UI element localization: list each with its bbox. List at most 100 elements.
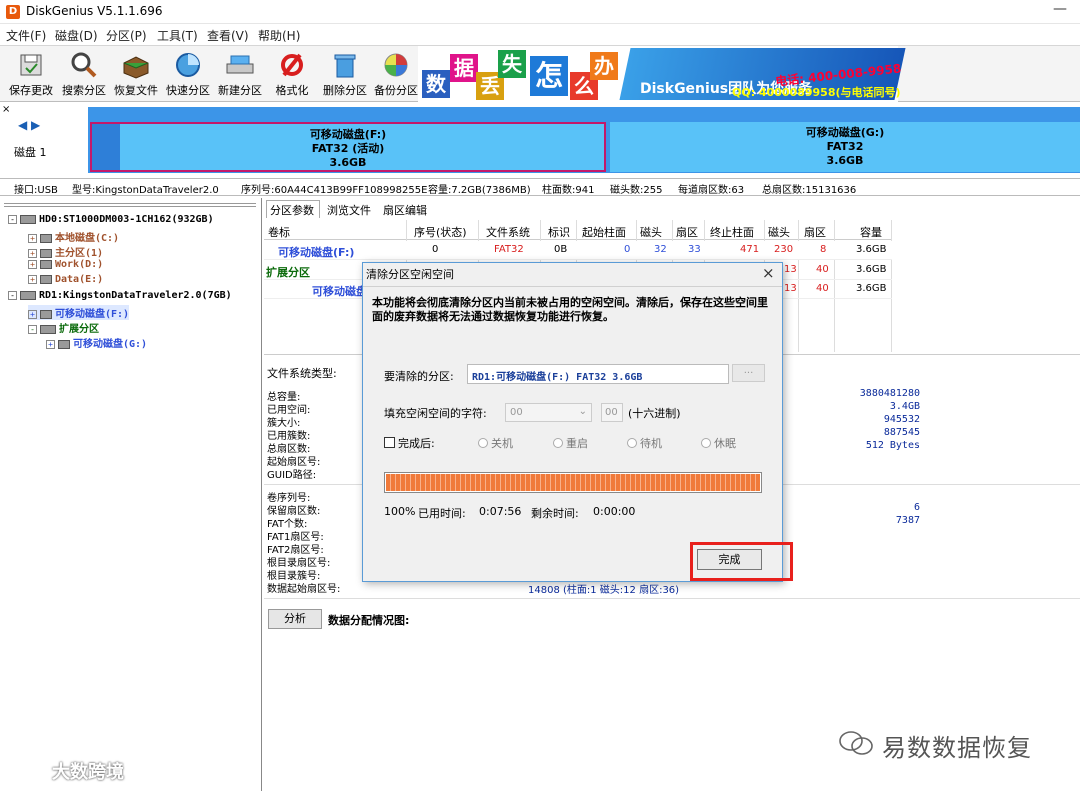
partition-g-block[interactable]: 可移动磁盘(G:) FAT32 3.6GB	[610, 122, 1080, 172]
browse-partition-button[interactable]: ...	[732, 364, 765, 382]
cell-fs: FAT32	[494, 244, 524, 255]
menu-bar: 文件(F) 磁盘(D) 分区(P) 工具(T) 查看(V) 帮助(H)	[0, 24, 1080, 46]
info-sectors-per-track: 每道扇区数:63	[678, 185, 745, 196]
tree-hd0-label: HD0:ST1000DM003-1CH162(932GB)	[39, 214, 214, 225]
radio-circle	[553, 438, 563, 448]
ad-qq: QQ: 4000089958(与电话同号)	[732, 86, 901, 99]
recover-files-button[interactable]: 恢复文件	[110, 48, 162, 98]
partition-g-fs: FAT32	[826, 140, 864, 153]
tree-header-rule	[4, 203, 256, 207]
diskmap-close-button[interactable]: ×	[2, 104, 10, 115]
radio-circle	[701, 438, 711, 448]
minimize-button[interactable]: —	[1040, 1, 1080, 23]
col-end-head[interactable]: 磁头	[768, 224, 790, 240]
disk-label: 磁盘 1	[14, 146, 47, 159]
quick-partition-button[interactable]: 快速分区	[163, 48, 213, 98]
data-allocation-label: 数据分配情况图:	[328, 614, 410, 627]
after-finish-label: 完成后:	[398, 437, 435, 450]
hdd-icon	[20, 214, 36, 224]
dialog-close-button[interactable]: ×	[762, 264, 775, 282]
cell-end-sector: 40	[816, 283, 829, 294]
progress-bar	[384, 472, 762, 493]
detail-value: 945532	[883, 414, 920, 425]
done-button[interactable]: 完成	[697, 549, 762, 570]
remaining-value: 0:00:00	[593, 505, 636, 518]
cell-start-sector: 33	[688, 244, 701, 255]
cell-end-head: 13	[784, 283, 797, 294]
menu-help[interactable]: 帮助(H)	[258, 27, 300, 44]
col-label[interactable]: 卷标	[268, 224, 290, 240]
radio-hibernate[interactable]: 休眠	[701, 435, 736, 451]
dialog-title: 清除分区空闲空间	[366, 268, 454, 281]
partition-f-block[interactable]: 可移动磁盘(F:) FAT32 (活动) 3.6GB	[90, 122, 606, 172]
cell-end-head: 13	[784, 264, 797, 275]
disk-nav-arrows[interactable]: ◀ ▶	[18, 118, 40, 132]
menu-tools[interactable]: 工具(T)	[157, 27, 198, 44]
tree-extended[interactable]: - 扩展分区	[28, 320, 99, 335]
disk-info-bar: 接口:USB 型号:KingstonDataTraveler2.0 序列号:60…	[0, 178, 1080, 196]
new-partition-icon	[225, 50, 255, 80]
target-partition-field[interactable]: RD1:可移动磁盘(F:) FAT32 3.6GB	[467, 364, 729, 384]
watermark-left: 大数跨境	[52, 762, 124, 783]
quick-partition-label: 快速分区	[166, 84, 210, 97]
menu-view[interactable]: 查看(V)	[207, 27, 249, 44]
backup-partition-button[interactable]: 备份分区	[372, 48, 420, 98]
analyze-button[interactable]: 分析	[268, 609, 322, 629]
fill-char-select[interactable]: 00 ⌄	[505, 403, 592, 422]
radio-shutdown[interactable]: 关机	[478, 435, 513, 451]
delete-partition-button[interactable]: 删除分区	[319, 48, 371, 98]
chevron-down-icon: ⌄	[578, 406, 587, 417]
col-id[interactable]: 标识	[548, 224, 570, 240]
tree-f-label: 可移动磁盘(F:)	[55, 309, 130, 320]
fill-hex-input[interactable]: 00	[601, 403, 623, 422]
elapsed-label: 已用时间:	[418, 507, 466, 520]
tree-c[interactable]: + 本地磁盘(C:)	[28, 229, 119, 244]
tree-primary1[interactable]: + 主分区(1)	[28, 244, 103, 259]
tab-browse-files[interactable]: 浏览文件	[327, 202, 371, 218]
col-start-cyl[interactable]: 起始柱面	[582, 224, 626, 240]
format-label: 格式化	[275, 84, 309, 97]
save-changes-label: 保存更改	[9, 84, 53, 97]
table-row[interactable]: 可移动磁盘(F:) 0 FAT32 0B 0 32 33 471 230 8 3…	[264, 241, 892, 260]
tab-partition-params[interactable]: 分区参数	[270, 202, 314, 218]
backup-icon	[381, 50, 411, 80]
tree-f[interactable]: + 可移动磁盘(F:)	[28, 305, 130, 320]
col-index[interactable]: 序号(状态)	[414, 224, 467, 240]
tree-d[interactable]: + Work(D:)	[28, 259, 103, 270]
col-fs[interactable]: 文件系统	[486, 224, 530, 240]
col-end-sector[interactable]: 扇区	[804, 224, 826, 240]
menu-partition[interactable]: 分区(P)	[106, 27, 147, 44]
detail-value: 3880481280	[859, 388, 920, 399]
tree-c-label: 本地磁盘(C:)	[55, 233, 120, 244]
after-finish-checkbox[interactable]: 完成后:	[384, 435, 435, 451]
col-end-cyl[interactable]: 终止柱面	[710, 224, 754, 240]
partition-icon	[40, 233, 52, 243]
col-start-sector[interactable]: 扇区	[676, 224, 698, 240]
cell-label: 可移动磁盘(F:)	[278, 246, 355, 259]
partition-icon	[40, 274, 52, 284]
partition-f-fs: FAT32 (活动)	[311, 142, 385, 155]
tree-hd0[interactable]: - HD0:ST1000DM003-1CH162(932GB)	[8, 214, 214, 225]
menu-file[interactable]: 文件(F)	[6, 27, 46, 44]
data-start-sector-value: 14808 (柱面:1 磁头:12 扇区:36)	[528, 585, 680, 596]
cell-capacity: 3.6GB	[856, 283, 887, 294]
new-partition-button[interactable]: 新建分区	[214, 48, 266, 98]
search-partition-button[interactable]: 搜索分区	[59, 48, 109, 98]
col-start-head[interactable]: 磁头	[640, 224, 662, 240]
tab-sector-edit[interactable]: 扇区编辑	[383, 202, 427, 218]
tree-rd1[interactable]: - RD1:KingstonDataTraveler2.0(7GB)	[8, 290, 232, 301]
partition-icon	[40, 309, 52, 319]
save-changes-button[interactable]: 保存更改	[6, 48, 56, 98]
format-button[interactable]: 格式化	[270, 48, 314, 98]
menu-disk[interactable]: 磁盘(D)	[55, 27, 98, 44]
banner-char-2: 据	[450, 54, 478, 82]
radio-standby-label: 待机	[640, 437, 662, 450]
info-total-sectors: 总扇区数:15131636	[762, 185, 857, 196]
tree-g[interactable]: + 可移动磁盘(G:)	[46, 335, 147, 350]
detail-value: 6	[913, 502, 920, 513]
radio-standby[interactable]: 待机	[627, 435, 662, 451]
cell-end-head: 230	[774, 244, 794, 255]
col-capacity[interactable]: 容量	[860, 224, 882, 240]
radio-restart[interactable]: 重启	[553, 435, 588, 451]
tree-e[interactable]: + Data(E:)	[28, 274, 103, 285]
